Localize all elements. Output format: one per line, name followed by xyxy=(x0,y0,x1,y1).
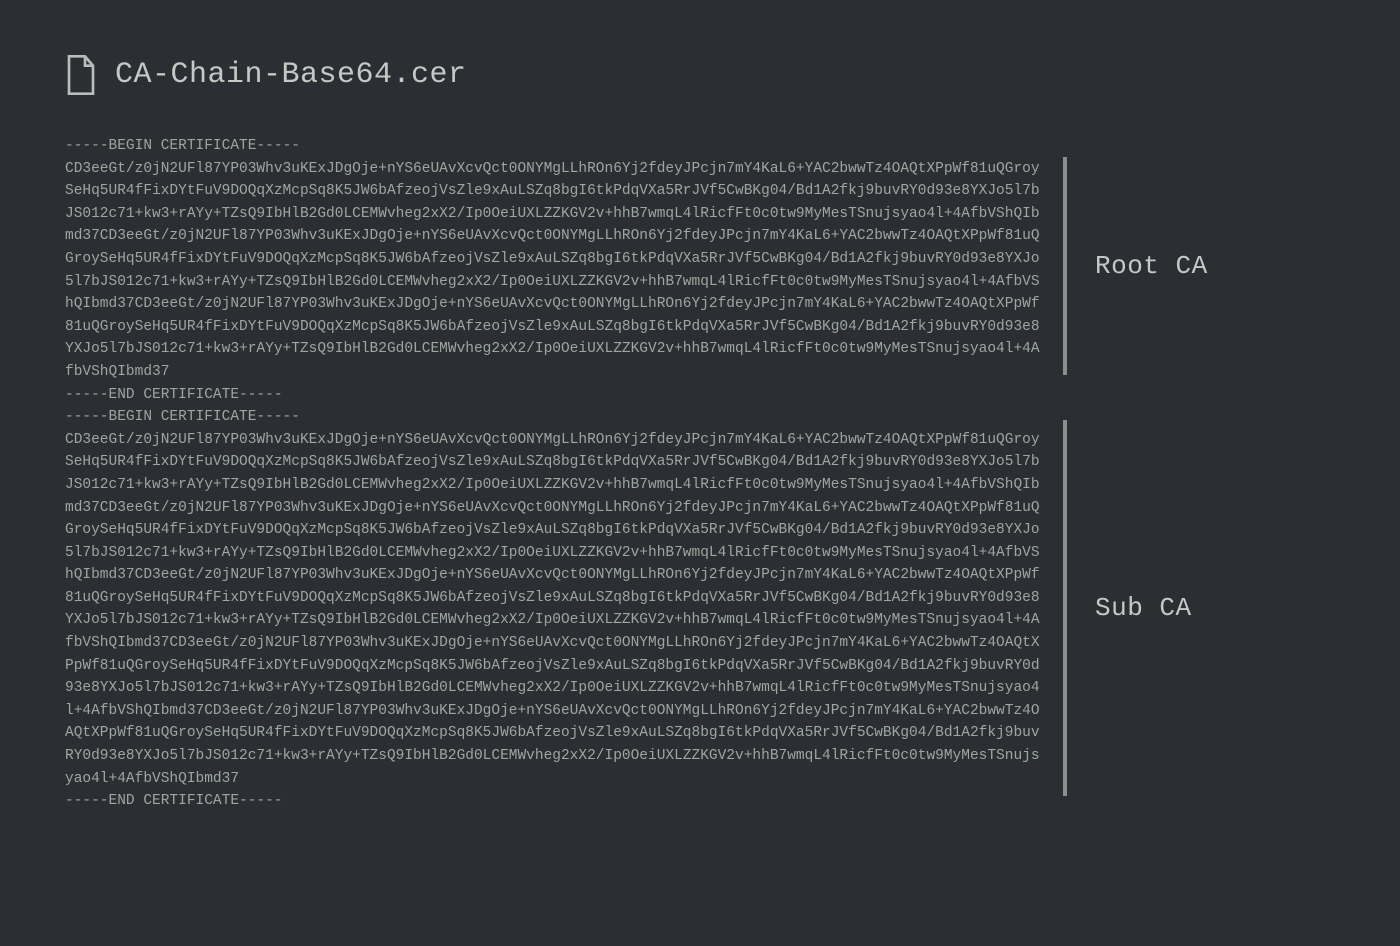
root-begin-marker: -----BEGIN CERTIFICATE----- xyxy=(65,138,300,154)
root-cert-block: -----BEGIN CERTIFICATE----- CD3eeGt/z0jN… xyxy=(65,135,1045,813)
sub-ca-label: Sub CA xyxy=(1095,593,1192,623)
content-row: -----BEGIN CERTIFICATE----- CD3eeGt/z0jN… xyxy=(65,135,1335,813)
root-cert-body: CD3eeGt/z0jN2UFl87YP03Whv3uKExJDgOje+nYS… xyxy=(65,161,1040,380)
root-ca-label: Root CA xyxy=(1095,251,1208,281)
sub-ca-label-box: Sub CA xyxy=(1063,420,1335,796)
label-column: Root CA Sub CA xyxy=(1045,135,1335,813)
root-ca-label-box: Root CA xyxy=(1063,157,1335,375)
file-header: CA-Chain-Base64.cer xyxy=(65,55,1335,95)
sub-cert-body: CD3eeGt/z0jN2UFl87YP03Whv3uKExJDgOje+nYS… xyxy=(65,432,1040,787)
sub-begin-marker: -----BEGIN CERTIFICATE----- xyxy=(65,409,300,425)
root-end-marker: -----END CERTIFICATE----- xyxy=(65,387,283,403)
file-icon xyxy=(65,55,97,95)
certificate-column: -----BEGIN CERTIFICATE----- CD3eeGt/z0jN… xyxy=(65,135,1045,813)
filename: CA-Chain-Base64.cer xyxy=(115,58,467,92)
sub-end-marker: -----END CERTIFICATE----- xyxy=(65,793,283,809)
